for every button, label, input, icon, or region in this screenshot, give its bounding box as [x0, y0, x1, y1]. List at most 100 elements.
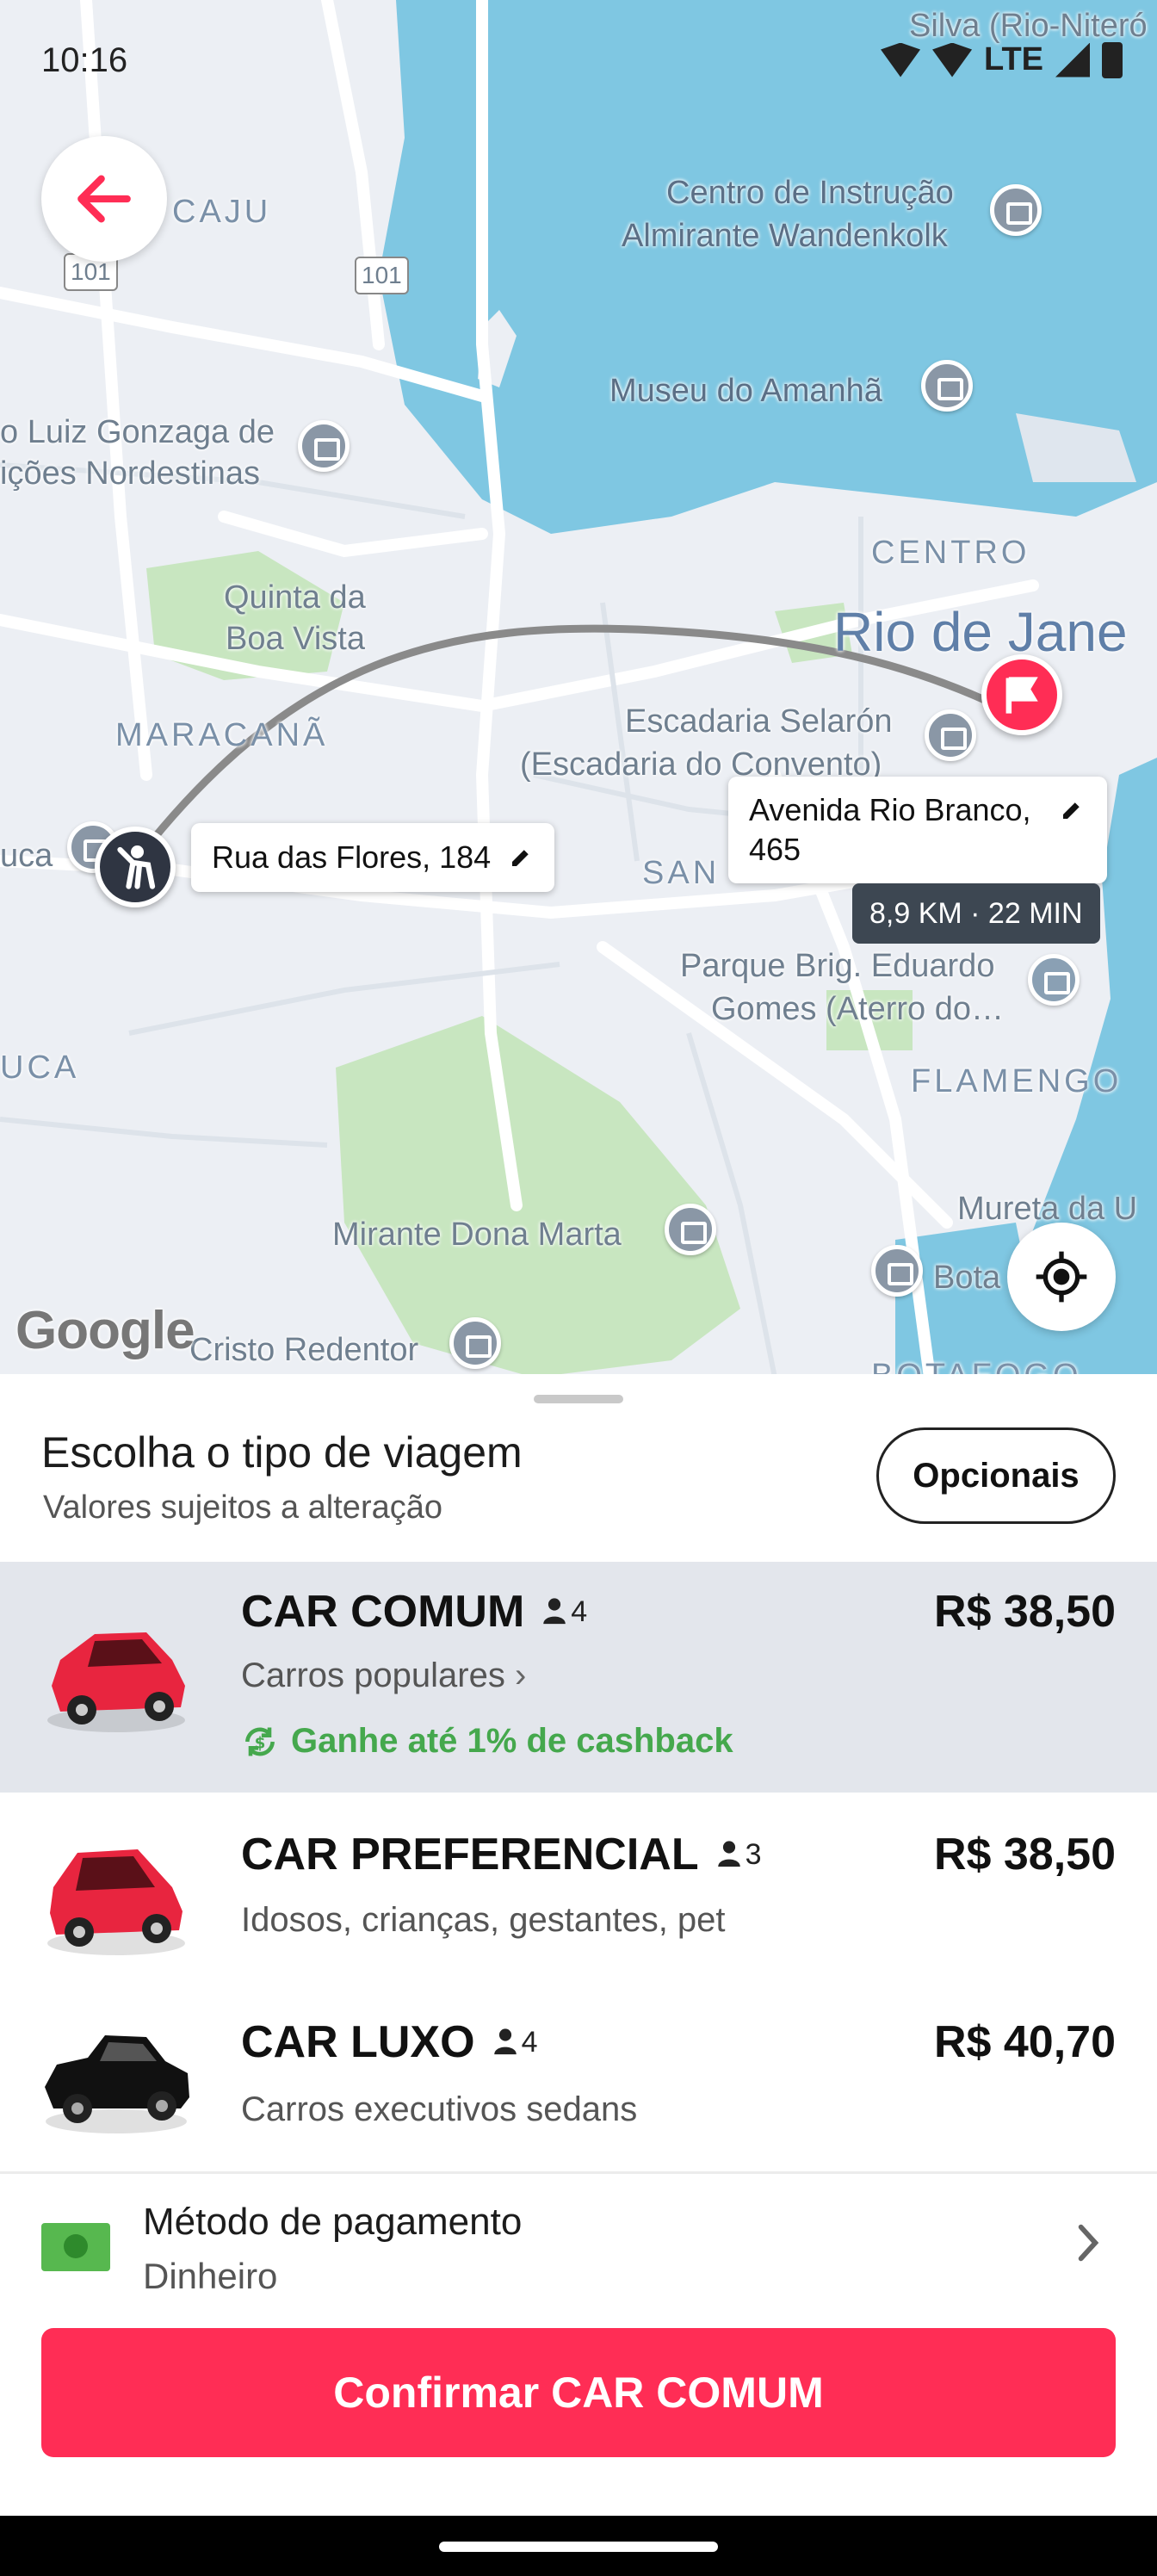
ride-name-label: CAR COMUM	[241, 1587, 525, 1637]
car-icon	[47, 1632, 185, 1732]
map-label: Bota	[933, 1260, 1001, 1296]
payment-method-row[interactable]: Método de pagamento Dinheiro	[0, 2175, 1157, 2309]
status-time: 10:16	[41, 41, 128, 79]
status-icons: LTE	[881, 41, 1123, 78]
flag-icon	[1005, 677, 1038, 714]
map-label: CENTRO	[871, 535, 1030, 571]
ride-price: R$ 40,70	[933, 2017, 1116, 2067]
ride-name-label: CAR PREFERENCIAL	[241, 1830, 699, 1879]
map-label: uca	[0, 838, 53, 874]
pencil-icon	[1063, 802, 1080, 819]
map-label: o Luiz Gonzaga de	[0, 414, 275, 450]
camera-poi-icon	[298, 420, 350, 472]
payment-method-value: Dinheiro	[143, 2256, 278, 2296]
seat-count: 4	[541, 1595, 587, 1629]
ride-name: CAR PREFERENCIAL 3	[241, 1829, 762, 1880]
sheet-title: Escolha o tipo de viagem	[41, 1428, 523, 1477]
cashback-text: Ganhe até 1% de cashback	[291, 1722, 733, 1760]
ride-name-label: CAR LUXO	[241, 2017, 475, 2067]
origin-address-chip[interactable]: Rua das Flores, 184	[191, 823, 555, 892]
person-icon	[717, 1841, 740, 1867]
seat-count: 4	[492, 2025, 538, 2059]
payment-method-label: Método de pagamento	[143, 2201, 523, 2243]
svg-text:$: $	[255, 1734, 266, 1752]
map-label: Mureta da U	[957, 1191, 1138, 1227]
wifi-icon	[932, 42, 973, 77]
ride-option-car-luxo[interactable]: CAR LUXO 4 Carros executivos sedans R$ 4…	[0, 1982, 1157, 2170]
arrow-left-icon	[77, 175, 131, 223]
map-label: Quinta da	[224, 579, 366, 616]
ride-description: Idosos, crianças, gestantes, pet	[241, 1901, 726, 1939]
ride-description-text: Carros populares	[241, 1656, 505, 1694]
origin-address: Rua das Flores, 184	[212, 839, 492, 875]
cash-icon	[41, 2223, 110, 2271]
map-label: Cristo Redentor	[189, 1332, 419, 1368]
destination-address-chip[interactable]: Avenida Rio Branco, 465	[728, 777, 1107, 883]
ride-price: R$ 38,50	[933, 1830, 1116, 1879]
seat-count-value: 3	[745, 1837, 762, 1871]
location-poi-icon	[990, 184, 1042, 236]
map-label: UCA	[0, 1050, 80, 1086]
network-type: LTE	[984, 41, 1043, 77]
destination-address: Avenida Rio Branco, 465	[749, 792, 1031, 867]
map-label: Museu do Amanhã	[609, 373, 882, 409]
person-icon	[493, 2028, 517, 2055]
sheet-drag-handle[interactable]	[534, 1395, 623, 1403]
seat-count-value: 4	[521, 2025, 538, 2059]
ride-description: Carros executivos sedans	[241, 2090, 638, 2128]
wifi-icon	[881, 42, 921, 77]
system-nav-bar	[0, 2516, 1157, 2576]
map-label: Almirante Wandenkolk	[622, 218, 948, 254]
map-view[interactable]: Silva (Rio-Niteró CAJU Centro de Instruç…	[0, 0, 1157, 1378]
ride-option-car-preferencial[interactable]: CAR PREFERENCIAL 3 Idosos, crianças, ges…	[0, 1793, 1157, 1982]
seat-count-value: 4	[571, 1595, 588, 1628]
lock-poi-icon	[871, 1245, 923, 1297]
route-distance-time: 8,9 KM · 22 MIN	[852, 883, 1100, 944]
battery-icon	[1102, 41, 1123, 78]
museum-icon	[921, 360, 973, 412]
destination-pin[interactable]	[981, 654, 1062, 735]
divider	[0, 2171, 1157, 2174]
crosshair-icon	[1036, 1251, 1087, 1303]
camera-poi-icon	[449, 1317, 501, 1369]
ride-option-car-comum[interactable]: CAR COMUM 4 Carros populares › R$ 38,50 …	[0, 1562, 1157, 1793]
camera-poi-icon	[925, 709, 976, 761]
back-button[interactable]	[41, 136, 167, 262]
cashback-icon: $	[245, 1727, 275, 1756]
my-location-button[interactable]	[1007, 1223, 1116, 1331]
person-icon	[543, 1598, 566, 1625]
car-icon	[47, 1849, 185, 1955]
car-icon	[45, 2035, 189, 2133]
map-label: Boa Vista	[226, 621, 365, 657]
map-label: Parque Brig. Eduardo	[680, 948, 995, 984]
map-label: FLAMENGO	[911, 1063, 1123, 1099]
signal-icon	[1055, 42, 1090, 77]
map-label: SAN	[642, 855, 721, 891]
confirm-ride-button[interactable]: Confirmar CAR COMUM	[41, 2328, 1116, 2457]
google-logo: Google	[15, 1301, 195, 1360]
ride-price: R$ 38,50	[933, 1587, 1116, 1637]
app-root: Silva (Rio-Niteró CAJU Centro de Instruç…	[0, 0, 1157, 2576]
chevron-right-icon	[1078, 2224, 1099, 2262]
cashback-info: $ Ganhe até 1% de cashback	[241, 1722, 733, 1761]
ride-name: CAR COMUM 4	[241, 1586, 587, 1638]
home-indicator[interactable]	[439, 2542, 718, 2552]
ride-name: CAR LUXO 4	[241, 2016, 537, 2068]
status-bar: 10:16 LTE	[0, 0, 1157, 129]
map-label: Rio de Jane	[833, 601, 1128, 663]
sheet-subtitle: Valores sujeitos a alteração	[43, 1489, 442, 1526]
park-poi-icon	[1028, 954, 1080, 1006]
origin-pin[interactable]	[95, 827, 176, 907]
ride-description[interactable]: Carros populares ›	[241, 1656, 526, 1695]
road-shield: 101	[355, 257, 409, 294]
options-button[interactable]: Opcionais	[876, 1427, 1116, 1524]
chevron-right-icon: ›	[514, 1656, 527, 1694]
camera-poi-icon	[665, 1204, 716, 1255]
ride-selection-sheet: Escolha o tipo de viagem Valores sujeito…	[0, 1374, 1157, 2516]
map-label: CAJU	[172, 194, 272, 230]
map-label: MARACANÃ	[115, 717, 329, 753]
person-waving-icon	[117, 845, 156, 889]
map-label: Gomes (Aterro do…	[711, 991, 1004, 1027]
map-label: Mirante Dona Marta	[332, 1217, 622, 1253]
seat-count: 3	[716, 1838, 762, 1872]
